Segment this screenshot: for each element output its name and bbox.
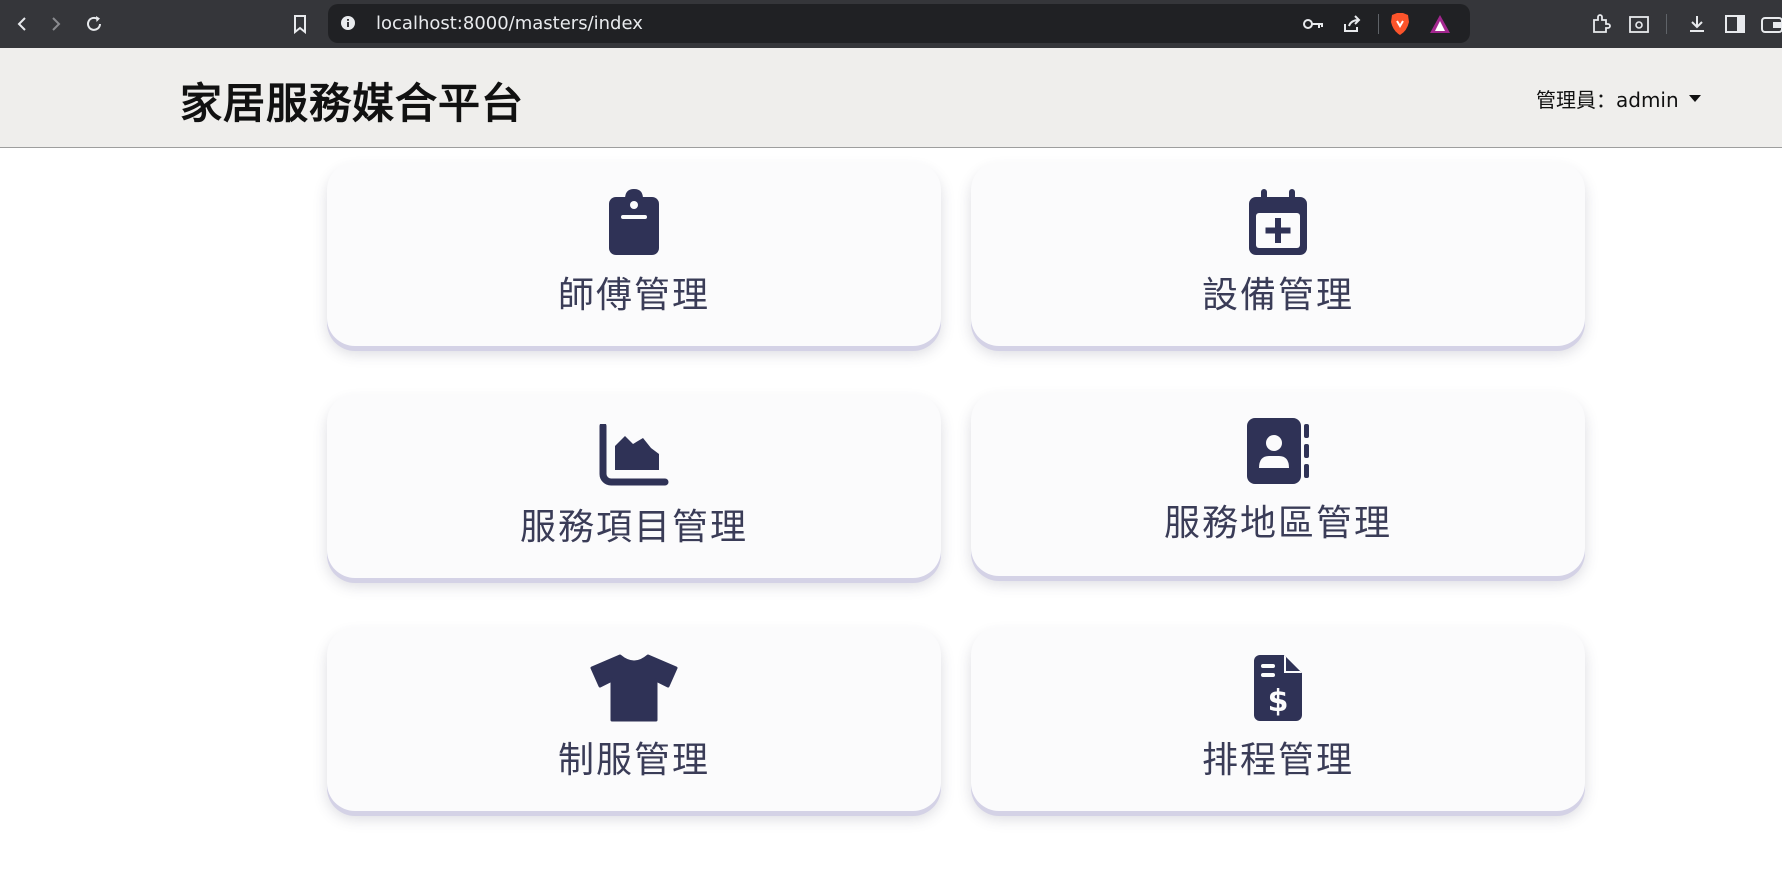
site-info-icon[interactable]	[340, 15, 356, 31]
admin-label: 管理員：admin	[1536, 88, 1679, 112]
share-icon[interactable]	[1340, 12, 1364, 36]
reload-button[interactable]	[80, 10, 108, 38]
card-service-area-management[interactable]: 服務地區管理	[971, 392, 1585, 576]
area-chart-icon	[584, 420, 684, 490]
chevron-left-icon	[17, 17, 26, 31]
divider	[1378, 14, 1379, 34]
card-uniform-management[interactable]: 制服管理	[327, 627, 941, 811]
card-service-item-management[interactable]: 服務項目管理	[327, 394, 941, 578]
card-master-management[interactable]: 師傅管理	[327, 162, 941, 346]
address-bar[interactable]: localhost:8000/masters/index	[328, 4, 1470, 43]
divider	[1666, 14, 1667, 34]
shirt-icon	[584, 653, 684, 723]
bookmark-button[interactable]	[286, 10, 314, 38]
card-schedule-management[interactable]: $ 排程管理	[971, 627, 1585, 811]
download-icon[interactable]	[1684, 11, 1710, 37]
svg-text:$: $	[1268, 684, 1289, 719]
forward-button[interactable]	[42, 10, 70, 38]
brand-title[interactable]: 家居服務媒合平台	[180, 70, 524, 131]
clipboard-icon	[584, 188, 684, 258]
card-label: 設備管理	[1201, 275, 1354, 316]
wallet-search-icon[interactable]	[1626, 11, 1652, 37]
bookmark-icon	[294, 15, 306, 34]
wallet-icon[interactable]	[1758, 11, 1782, 37]
card-label: 服務項目管理	[519, 507, 748, 548]
admin-dropdown[interactable]: 管理員：admin	[1536, 84, 1701, 113]
card-equipment-management[interactable]: 設備管理	[971, 162, 1585, 346]
brave-shield-icon[interactable]	[1388, 12, 1412, 36]
card-label: 服務地區管理	[1163, 503, 1392, 544]
app-header: 家居服務媒合平台 管理員：admin	[0, 48, 1782, 148]
browser-toolbar: localhost:8000/masters/index	[0, 0, 1782, 48]
chevron-right-icon	[52, 17, 61, 31]
key-icon[interactable]	[1302, 12, 1326, 36]
address-book-icon	[1228, 416, 1328, 486]
reload-icon	[87, 16, 101, 31]
sidebar-icon[interactable]	[1722, 11, 1748, 37]
card-label: 制服管理	[557, 740, 710, 781]
back-button[interactable]	[8, 10, 36, 38]
caret-down-icon	[1688, 95, 1701, 102]
card-label: 排程管理	[1201, 740, 1354, 781]
card-label: 師傅管理	[557, 275, 710, 316]
url-text[interactable]: localhost:8000/masters/index	[376, 13, 643, 34]
invoice-dollar-icon: $	[1228, 653, 1328, 723]
calendar-plus-icon	[1228, 188, 1328, 258]
brave-rewards-icon[interactable]	[1428, 12, 1452, 36]
extensions-icon[interactable]	[1588, 11, 1614, 37]
